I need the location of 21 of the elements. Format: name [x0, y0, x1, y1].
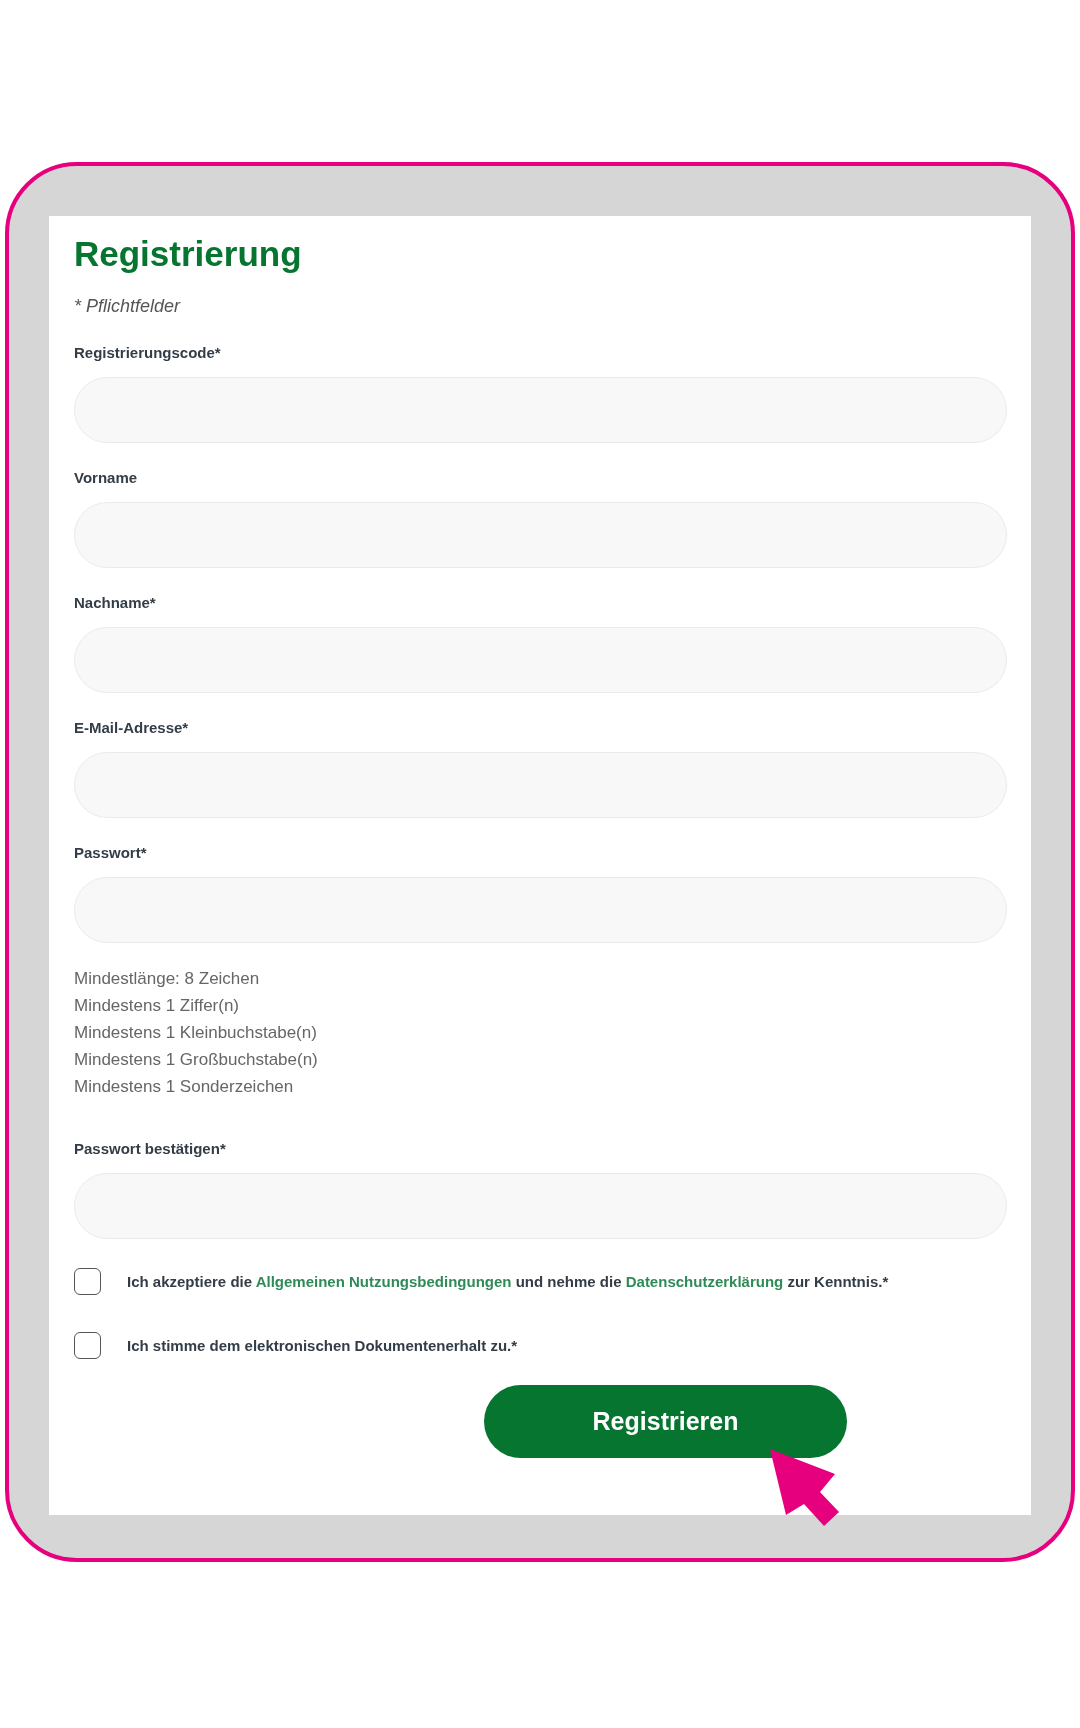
field-label: Nachname*	[74, 593, 156, 613]
consent-text: Ich stimme dem elektronischen Dokumentenerhalt zu.*	[127, 1335, 518, 1356]
password-requirement: Mindestens 1 Kleinbuchstabe(n)	[74, 1022, 317, 1044]
consent-text: Ich akzeptiere die Allgemeinen Nutzungsbedingungen und nehme die Datenschutzerklärung zur Kenntnis.*	[127, 1271, 889, 1292]
register-button[interactable]: Registrieren	[484, 1385, 847, 1458]
text-link[interactable]: Datenschutzerklärung	[625, 1272, 784, 1290]
form-title: Registrierung	[74, 233, 302, 275]
password-requirement: Mindestens 1 Großbuchstabe(n)	[74, 1049, 318, 1071]
field-label: Passwort*	[74, 843, 147, 863]
password-requirement: Mindestens 1 Sonderzeichen	[74, 1076, 294, 1098]
required-note: * Pflichtfelder	[74, 295, 181, 318]
password-requirement: Mindestens 1 Ziffer(n)	[74, 995, 240, 1017]
field-label: Passwort bestätigen*	[74, 1139, 226, 1159]
password-requirement: Mindestlänge: 8 Zeichen	[74, 968, 260, 990]
checkbox[interactable]	[74, 1268, 101, 1295]
field-label: Vorname	[74, 468, 138, 488]
field-label: E-Mail-Adresse*	[74, 718, 189, 738]
field-label: Registrierungscode*	[74, 343, 221, 363]
checkbox[interactable]	[74, 1332, 101, 1359]
cursor-arrow-icon	[770, 1449, 839, 1526]
text-link[interactable]: Allgemeinen Nutzungsbedingungen	[255, 1272, 512, 1290]
